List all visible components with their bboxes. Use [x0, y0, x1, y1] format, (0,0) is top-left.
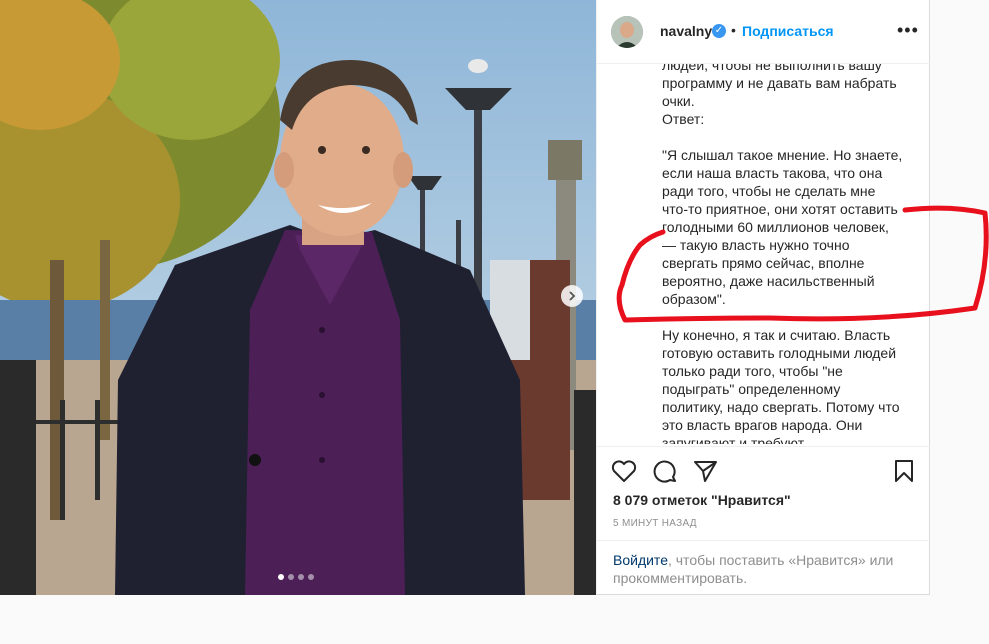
comment-icon[interactable]	[652, 459, 678, 483]
next-slide-button[interactable]	[561, 285, 583, 307]
paper-plane-icon[interactable]	[693, 459, 719, 483]
carousel-dot	[308, 574, 314, 580]
carousel-dot	[288, 574, 294, 580]
login-link[interactable]: Войдите	[613, 552, 668, 568]
carousel-dots	[278, 574, 314, 580]
separator-dot: •	[731, 22, 736, 38]
carousel-dot	[298, 574, 304, 580]
post-header: navalny ✓ • Подписаться •••	[597, 0, 930, 64]
ellipsis-icon[interactable]: •••	[897, 20, 919, 41]
username-link[interactable]: navalny	[660, 23, 712, 39]
caption-scroll-area[interactable]: людей, чтобы не выполнить вашу программу…	[597, 64, 930, 444]
chevron-right-icon	[569, 291, 576, 301]
avatar[interactable]	[611, 16, 643, 48]
caption-text: людей, чтобы не выполнить вашу программу…	[662, 64, 903, 444]
instagram-post: navalny ✓ • Подписаться ••• людей, чтобы…	[0, 0, 930, 595]
bookmark-icon[interactable]	[893, 459, 915, 483]
login-prompt: Войдите, чтобы поставить «Нравится» или …	[597, 540, 930, 595]
post-actions: 8 079 отметок "Нравится" 5 МИНУТ НАЗАД	[597, 446, 930, 547]
verified-badge-icon: ✓	[712, 24, 726, 38]
heart-icon[interactable]	[611, 459, 637, 483]
photo-illustration	[0, 0, 596, 595]
likes-count[interactable]: 8 079 отметок "Нравится"	[613, 492, 791, 508]
post-sidebar: navalny ✓ • Подписаться ••• людей, чтобы…	[596, 0, 930, 595]
avatar-image	[611, 16, 643, 48]
carousel-dot	[278, 574, 284, 580]
post-photo[interactable]	[0, 0, 596, 595]
follow-button[interactable]: Подписаться	[742, 23, 834, 39]
post-timestamp[interactable]: 5 МИНУТ НАЗАД	[613, 518, 697, 529]
